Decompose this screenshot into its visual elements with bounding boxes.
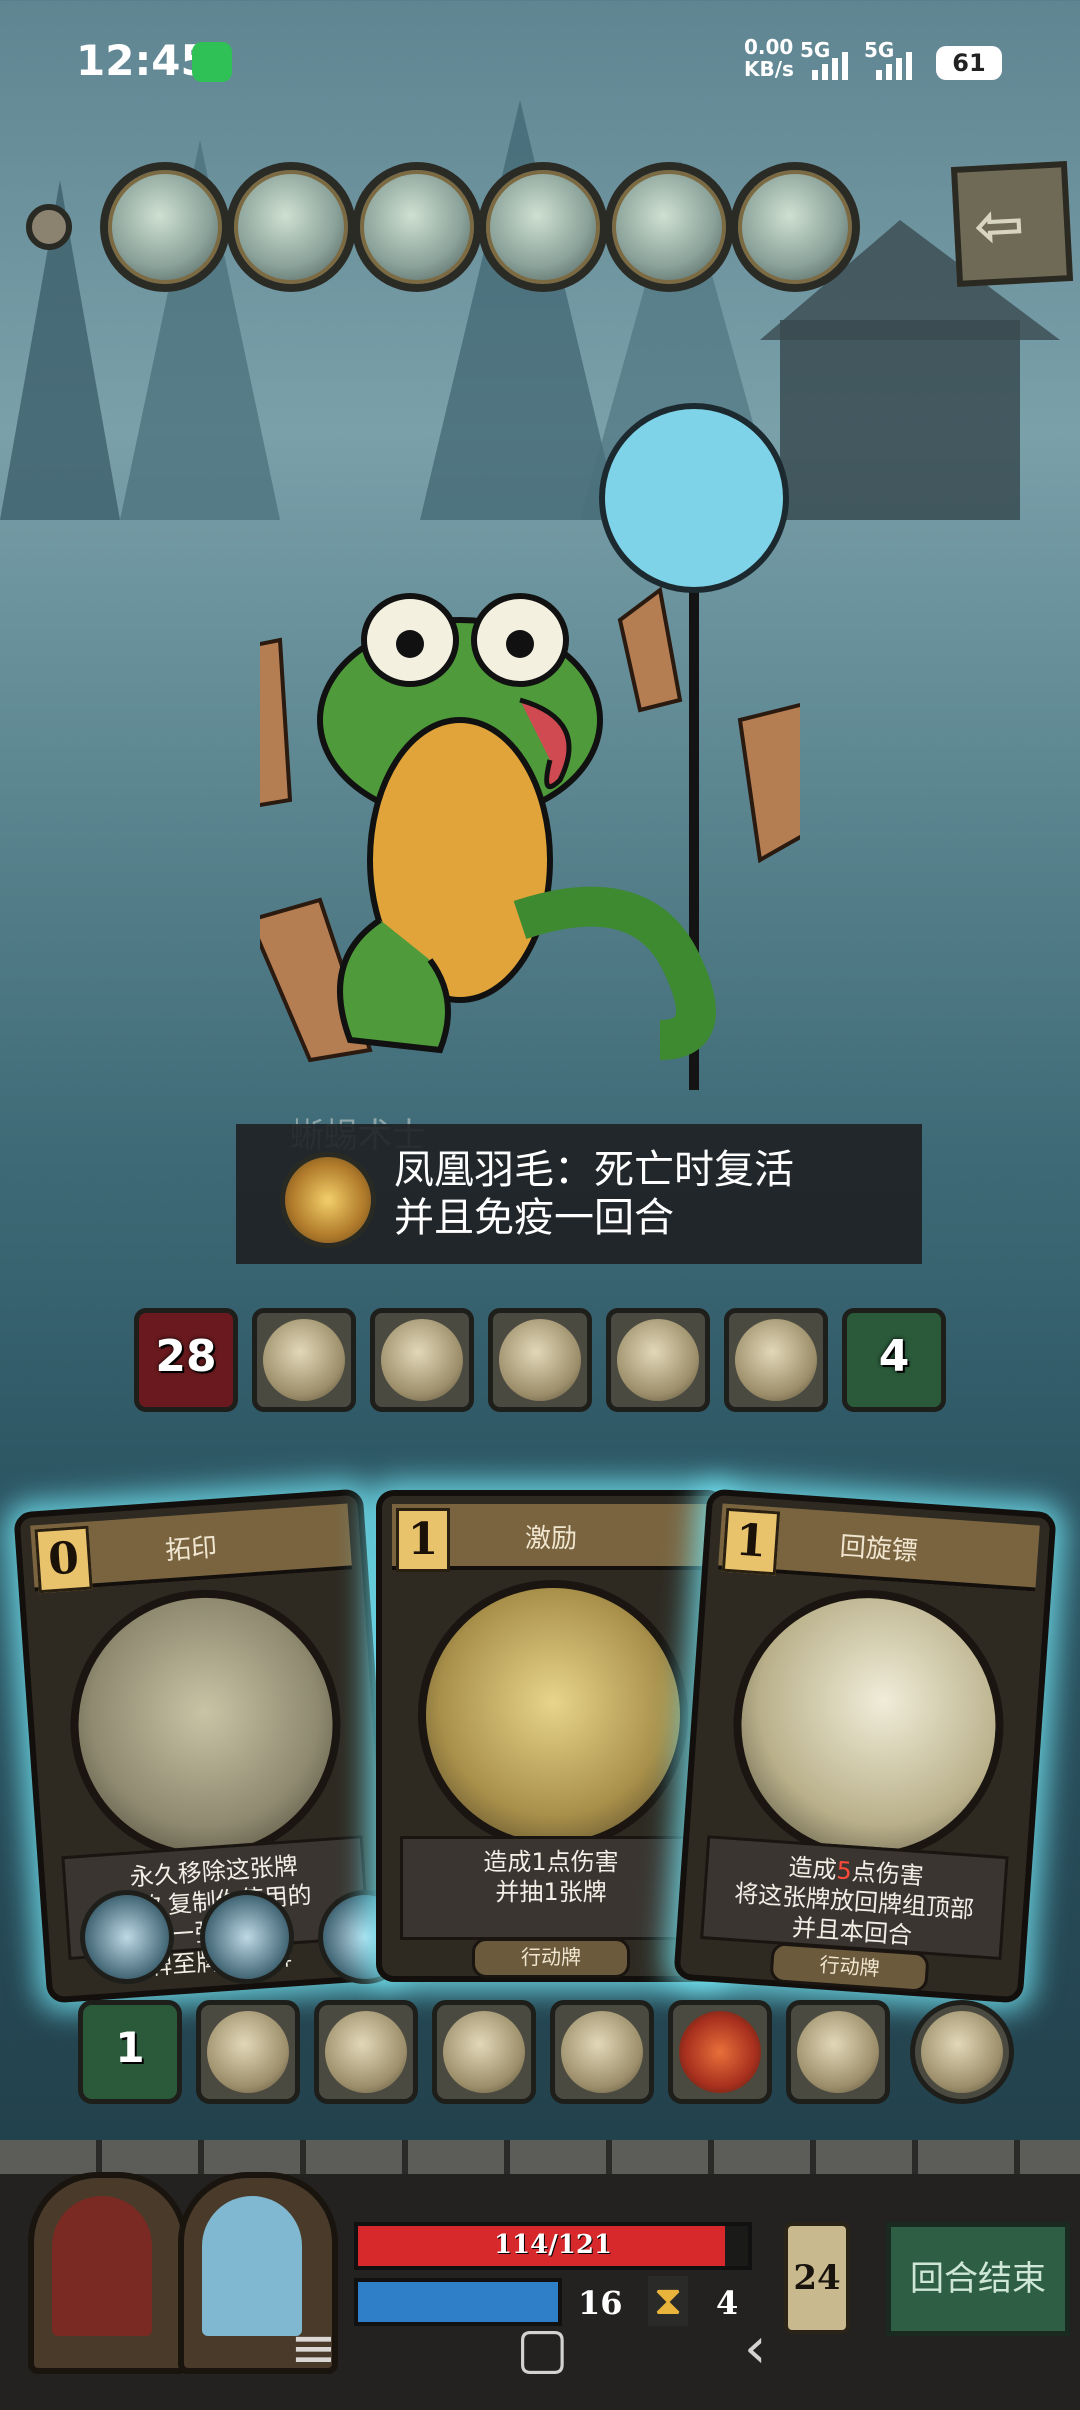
lizard-warlock-enemy[interactable] [260, 400, 800, 1100]
card-description: 造成5点伤害 将这张牌放回牌组顶部 并且本回合 [700, 1835, 1009, 1961]
player-effect-hooded[interactable] [432, 2000, 536, 2104]
card-cost: 0 [34, 1525, 93, 1594]
card-art-explorer [61, 1580, 350, 1869]
card-boomerang[interactable]: 回旋镖 1 造成5点伤害 将这张牌放回牌组顶部 并且本回合 行动牌 [673, 1488, 1057, 2004]
player-effect-gauntlet[interactable] [550, 2000, 654, 2104]
player-effect-phoenix[interactable] [314, 2000, 418, 2104]
back-arrow-icon: ⇦ [972, 189, 1027, 262]
relic-scroll-dot[interactable] [26, 204, 72, 250]
relic-sword-icon[interactable] [478, 162, 608, 292]
card-copy-lightning-icon [200, 1890, 294, 1984]
clock: 12:45 [76, 36, 210, 85]
health-text: 114/121 [493, 2230, 613, 2260]
player-effect-dagger[interactable] [910, 2000, 1014, 2104]
dagger-icon [921, 2011, 1003, 2093]
player-effect-green-orb[interactable]: 1 [78, 2000, 182, 2104]
card-description: 造成1点伤害 并抽1张牌 [400, 1836, 702, 1940]
gauntlet-icon [561, 2011, 643, 2093]
relic-sword-icon-2[interactable] [604, 162, 734, 292]
battery-indicator: 61 [936, 46, 1002, 80]
gauntlet-icon [381, 1319, 463, 1401]
phoenix-feather-icon [325, 2011, 407, 2093]
card-cost: 1 [721, 1507, 781, 1576]
old-man-icon [207, 2011, 289, 2093]
phoenix-feather-icon [280, 1152, 376, 1248]
enemy-effect-gauntlet[interactable] [370, 1308, 474, 1412]
card-type: 行动牌 [472, 1938, 630, 1978]
card-cost: 1 [396, 1508, 450, 1572]
enemy-effect-blood[interactable]: 28 [134, 1308, 238, 1412]
network-speed: 0.00 KB/s [744, 35, 794, 81]
signal-bars-icon-2 [876, 50, 916, 80]
relic-lightning-hand-icon-2[interactable] [730, 162, 860, 292]
red-mask-icon [679, 2011, 761, 2093]
enemy-effect-oldman[interactable] [606, 1308, 710, 1412]
player-effect-red-mask[interactable] [668, 2000, 772, 2104]
spider-flower-icon [499, 1319, 581, 1401]
card-art-hammer-warrior [418, 1580, 688, 1850]
wechat-icon [192, 42, 232, 82]
home-nav-icon[interactable]: ▢ [516, 2316, 569, 2381]
enemy-effect-phoenix[interactable] [724, 1308, 828, 1412]
card-art-boomerang [724, 1581, 1013, 1870]
old-man-icon [617, 1319, 699, 1401]
tooltip-text: 凤凰羽毛：死亡时复活 并且免疫一回合 [394, 1147, 794, 1241]
relic-skull-icon[interactable] [100, 162, 230, 292]
phoenix-feather-icon [735, 1319, 817, 1401]
relic-globe-icon[interactable] [226, 162, 356, 292]
system-nav-bar: ≡ ▢ ‹ [0, 2300, 1080, 2400]
back-button[interactable]: ⇦ [950, 161, 1074, 287]
enemy-effect-green-orb[interactable]: 4 [842, 1308, 946, 1412]
enemy-effect-hooded[interactable] [252, 1308, 356, 1412]
enemy-effect-spider[interactable] [488, 1308, 592, 1412]
card-inspire[interactable]: 激励 1 造成1点伤害 并抽1张牌 行动牌 [376, 1490, 726, 1982]
card-copy-gauntlet-icon [80, 1890, 174, 1984]
menu-nav-icon[interactable]: ≡ [290, 2316, 337, 2381]
hooded-figure-icon [443, 2011, 525, 2093]
spider-flower-icon [797, 2011, 879, 2093]
hooded-figure-icon [263, 1319, 345, 1401]
health-bar: 114/121 [354, 2222, 752, 2270]
player-effect-oldman[interactable] [196, 2000, 300, 2104]
signal-bars-icon [812, 50, 852, 80]
stone-border [0, 2140, 1080, 2174]
relic-lightning-hand-icon[interactable] [352, 162, 482, 292]
relic-tooltip: 凤凰羽毛：死亡时复活 并且免疫一回合 [236, 1124, 922, 1264]
player-effect-spider[interactable] [786, 2000, 890, 2104]
back-nav-icon[interactable]: ‹ [744, 2316, 766, 2381]
